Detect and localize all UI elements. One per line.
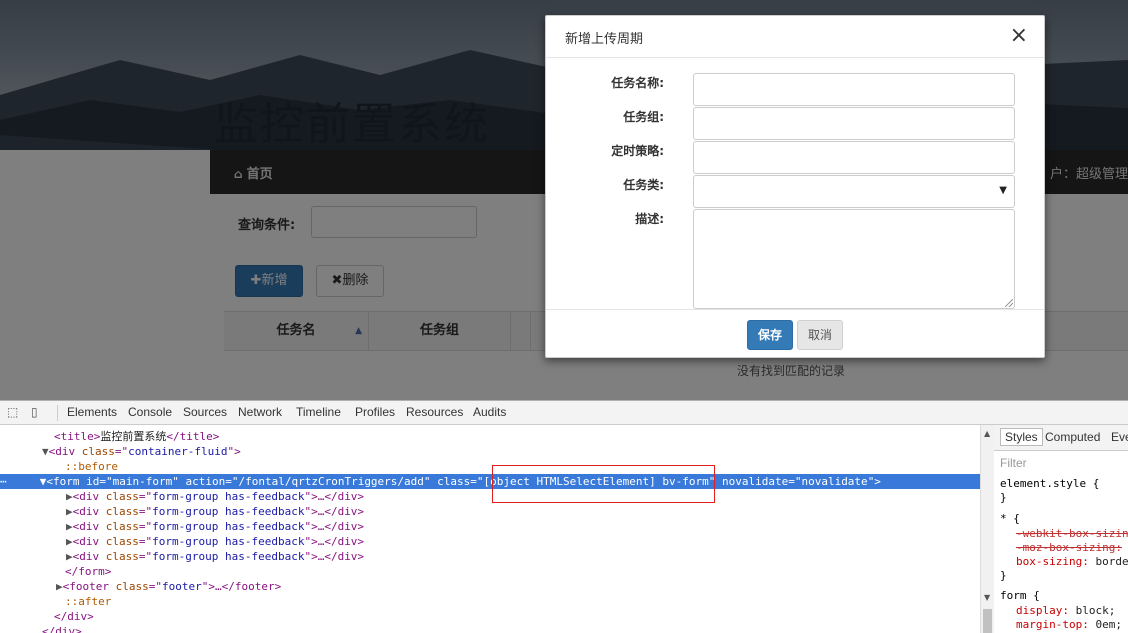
modal-footer: 保存 取消 (546, 309, 1044, 357)
dom-node-div-close[interactable]: </div> (0, 624, 980, 633)
css-property-value: borde (1095, 555, 1128, 568)
dom-pseudo: ::after (65, 595, 112, 608)
rule-close: } (1000, 491, 1007, 504)
task-group-label: 任务组: (623, 110, 664, 124)
dom-node-div-close[interactable]: </div> (0, 609, 980, 624)
rule-form[interactable]: form { (1000, 589, 1040, 603)
dom-node-form-group[interactable]: ▶<div class="form-group has-feedback">…<… (0, 534, 980, 549)
dom-attr-value: novalidate (801, 475, 868, 488)
tab-audits[interactable]: Audits (473, 405, 506, 419)
dom-node-title[interactable]: <title>监控前置系统</title> (0, 429, 980, 444)
more-icon[interactable]: ⋯ (0, 475, 7, 488)
cron-strategy-input[interactable] (693, 141, 1015, 174)
close-icon[interactable]: × (1010, 24, 1028, 48)
dom-attr-value: form-group has-feedback (152, 505, 305, 518)
dom-node-after[interactable]: ::after (0, 594, 980, 609)
tab-console[interactable]: Console (128, 405, 172, 419)
cancel-button[interactable]: 取消 (797, 320, 843, 350)
tab-styles[interactable]: Styles (1000, 428, 1043, 446)
styles-filter-input[interactable]: Filter (1000, 456, 1027, 470)
dom-attr-value: main-form (112, 475, 173, 488)
tab-resources[interactable]: Resources (406, 405, 463, 419)
tab-sources[interactable]: Sources (183, 405, 227, 419)
cron-strategy-label: 定时策略: (611, 144, 664, 158)
tab-event-listeners[interactable]: Eve (1111, 430, 1128, 444)
css-property[interactable]: margin-top: 0em; (1016, 618, 1122, 632)
overridden-property[interactable]: -webkit-box-sizin (1016, 527, 1128, 541)
dom-title-text: 监控前置系统 (100, 430, 167, 443)
dom-attr-value: form-group has-feedback (152, 550, 305, 563)
overridden-property[interactable]: -moz-box-sizing: (1016, 541, 1122, 555)
dom-node-form-selected[interactable]: ⋯ ▼<form id="main-form" action="/fontal/… (0, 474, 980, 489)
dom-attr-value: container-fluid (128, 445, 228, 458)
dom-attr-value: /fontal/qrtzCronTriggers/add (238, 475, 424, 488)
task-group-input[interactable] (693, 107, 1015, 140)
dom-tree: <title>监控前置系统</title> ▼<div class="conta… (0, 425, 980, 633)
modal-header: 新增上传周期 × (546, 16, 1044, 58)
scroll-down-icon[interactable]: ▼ (984, 593, 990, 602)
modal-title: 新增上传周期 (565, 32, 644, 47)
rule-close: } (1000, 569, 1007, 582)
annotation-highlight-box (492, 465, 715, 503)
dom-attr-value: form-group has-feedback (152, 490, 305, 503)
device-mode-icon[interactable]: ▯ (31, 405, 38, 419)
toolbar-divider (57, 405, 58, 421)
devtools-toolbar: ⬚ ▯ Elements Console Sources Network Tim… (0, 401, 1128, 425)
dom-scrollbar[interactable]: ▲ ▼ (980, 425, 994, 633)
rule-element-style[interactable]: element.style { (1000, 477, 1099, 491)
css-property-value: 0em; (1095, 618, 1122, 631)
task-class-label: 任务类: (623, 178, 664, 192)
css-property-value: block; (1075, 604, 1116, 617)
dom-node-form-group[interactable]: ▶<div class="form-group has-feedback">…<… (0, 519, 980, 534)
css-property[interactable]: box-sizing: borde (1016, 555, 1128, 569)
dom-attr-value: footer (161, 580, 202, 593)
scroll-up-icon[interactable]: ▲ (984, 429, 990, 438)
dom-attr-value: form-group has-feedback (152, 535, 305, 548)
dom-node-before[interactable]: ::before (0, 459, 980, 474)
css-property-name: margin-top: (1016, 618, 1089, 631)
css-property-name: box-sizing: (1016, 555, 1089, 568)
task-class-select[interactable]: ▼ (693, 175, 1015, 208)
css-property[interactable]: display: block; (1016, 604, 1115, 618)
dom-node-form-group[interactable]: ▶<div class="form-group has-feedback">…<… (0, 489, 980, 504)
tab-computed[interactable]: Computed (1045, 430, 1100, 444)
tab-network[interactable]: Network (238, 405, 282, 419)
description-textarea[interactable] (693, 209, 1015, 309)
tab-profiles[interactable]: Profiles (355, 405, 395, 419)
dom-node-container[interactable]: ▼<div class="container-fluid"> (0, 444, 980, 459)
dom-node-form-close[interactable]: </form> (0, 564, 980, 579)
tab-elements[interactable]: Elements (67, 405, 117, 419)
styles-panel: Styles Computed Eve Filter element.style… (994, 425, 1128, 633)
scrollbar-thumb[interactable] (983, 609, 992, 633)
task-name-label: 任务名称: (611, 76, 664, 90)
dom-attr-value: form-group has-feedback (152, 520, 305, 533)
tab-timeline[interactable]: Timeline (296, 405, 341, 419)
inspect-element-icon[interactable]: ⬚ (7, 405, 18, 419)
styles-tabs: Styles Computed Eve (994, 425, 1128, 451)
save-button[interactable]: 保存 (747, 320, 793, 350)
add-upload-period-dialog: 新增上传周期 × 任务名称: 任务组: 定时策略: 任务类: ▼ 描述: 保存 … (545, 15, 1045, 358)
dom-node-form-group[interactable]: ▶<div class="form-group has-feedback">…<… (0, 504, 980, 519)
description-label: 描述: (635, 212, 664, 226)
resize-grip-icon[interactable] (1005, 299, 1013, 307)
task-name-input[interactable] (693, 73, 1015, 106)
dropdown-arrow-icon: ▼ (999, 185, 1007, 196)
devtools-panel: ⬚ ▯ Elements Console Sources Network Tim… (0, 400, 1128, 633)
dom-node-footer[interactable]: ▶<footer class="footer">…</footer> (0, 579, 980, 594)
css-property-name: display: (1016, 604, 1069, 617)
dom-node-form-group[interactable]: ▶<div class="form-group has-feedback">…<… (0, 549, 980, 564)
dom-pseudo: ::before (65, 460, 118, 473)
rule-universal[interactable]: * { (1000, 512, 1020, 526)
